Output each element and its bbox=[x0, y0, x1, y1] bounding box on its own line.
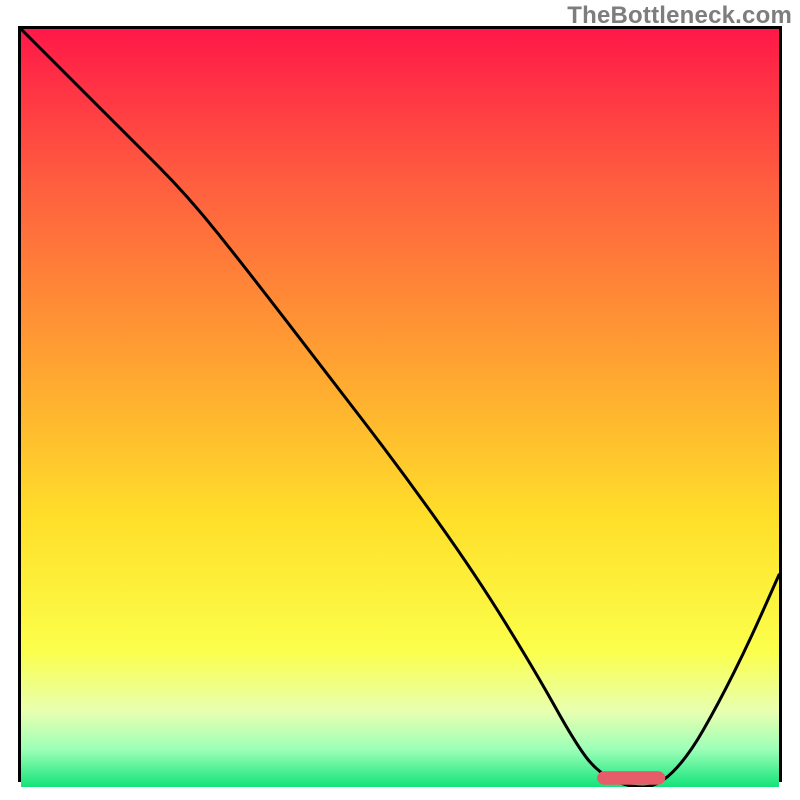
plot-border bbox=[18, 26, 782, 782]
chart-frame: TheBottleneck.com bbox=[0, 0, 800, 800]
optimal-marker bbox=[597, 771, 665, 785]
plot-area bbox=[21, 29, 779, 787]
